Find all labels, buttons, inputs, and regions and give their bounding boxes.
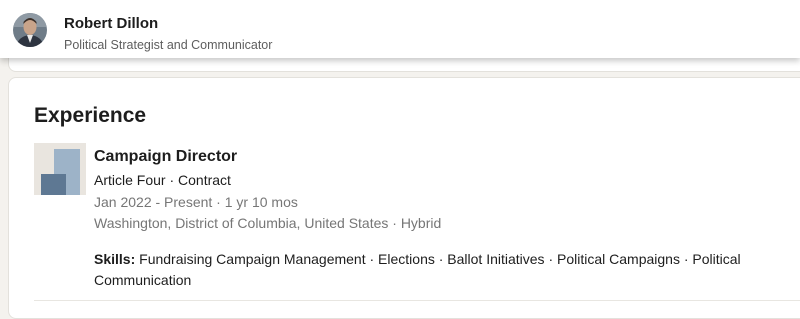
profile-name[interactable]: Robert Dillon [64, 15, 158, 32]
profile-headline: Political Strategist and Communicator [64, 38, 273, 52]
sticky-profile-header: Robert Dillon Political Strategist and C… [0, 0, 800, 58]
company-logo-placeholder-icon [34, 143, 86, 195]
profile-photo-icon [13, 13, 47, 47]
avatar[interactable] [13, 13, 47, 47]
skills-label: Skills: [94, 251, 136, 267]
job-skills[interactable]: Skills: Fundraising Campaign Management … [94, 249, 784, 291]
job-location: Washington, District of Columbia, United… [94, 215, 442, 231]
job-title[interactable]: Campaign Director [94, 148, 237, 166]
job-dates: Jan 2022 - Present · 1 yr 10 mos [94, 194, 298, 210]
section-title: Experience [34, 104, 147, 127]
company-logo-icon[interactable] [34, 143, 86, 195]
divider [34, 300, 800, 301]
skills-list: Fundraising Campaign Management · Electi… [94, 251, 741, 288]
job-company: Article Four · Contract [94, 172, 231, 188]
